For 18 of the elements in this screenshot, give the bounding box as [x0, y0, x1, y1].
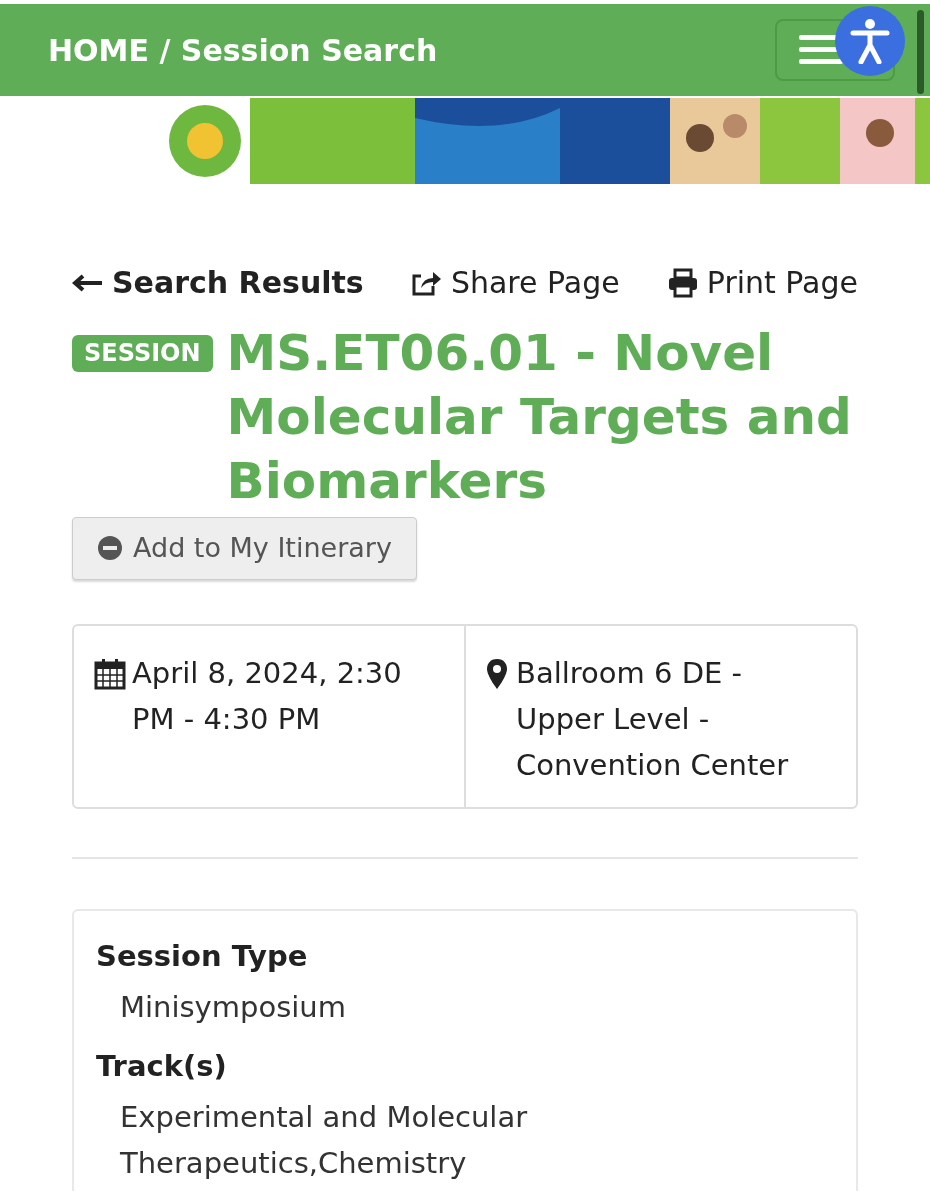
arrow-left-icon: [72, 272, 104, 293]
share-link[interactable]: Share Page: [410, 260, 620, 305]
session-location: Ballroom 6 DE - Upper Level - Convention Center: [516, 654, 790, 785]
back-link[interactable]: Search Results: [72, 260, 364, 305]
session-date: April 8, 2024, 2:30 PM - 4:30 PM: [132, 654, 403, 738]
accessibility-icon: [850, 18, 890, 64]
map-pin-icon: [486, 657, 508, 690]
printer-icon: [666, 267, 699, 298]
calendar-icon: [94, 657, 126, 690]
minus-circle-icon: [97, 535, 123, 562]
field-label: Track(s): [96, 1047, 228, 1085]
add-to-itinerary-button[interactable]: Add to My Itinerary: [72, 517, 417, 580]
session-title: MS.ET06.01 - Novel Molecular Targets and Biomarkers: [226, 323, 853, 512]
field-value: Minisymposium: [120, 989, 347, 1027]
session-badge: SESSION: [72, 335, 213, 372]
field-value: Experimental and Molecular Therapeutics,Chemistry: [120, 1099, 529, 1183]
field-label: Session Type: [96, 937, 309, 975]
print-link[interactable]: Print Page: [666, 260, 858, 305]
